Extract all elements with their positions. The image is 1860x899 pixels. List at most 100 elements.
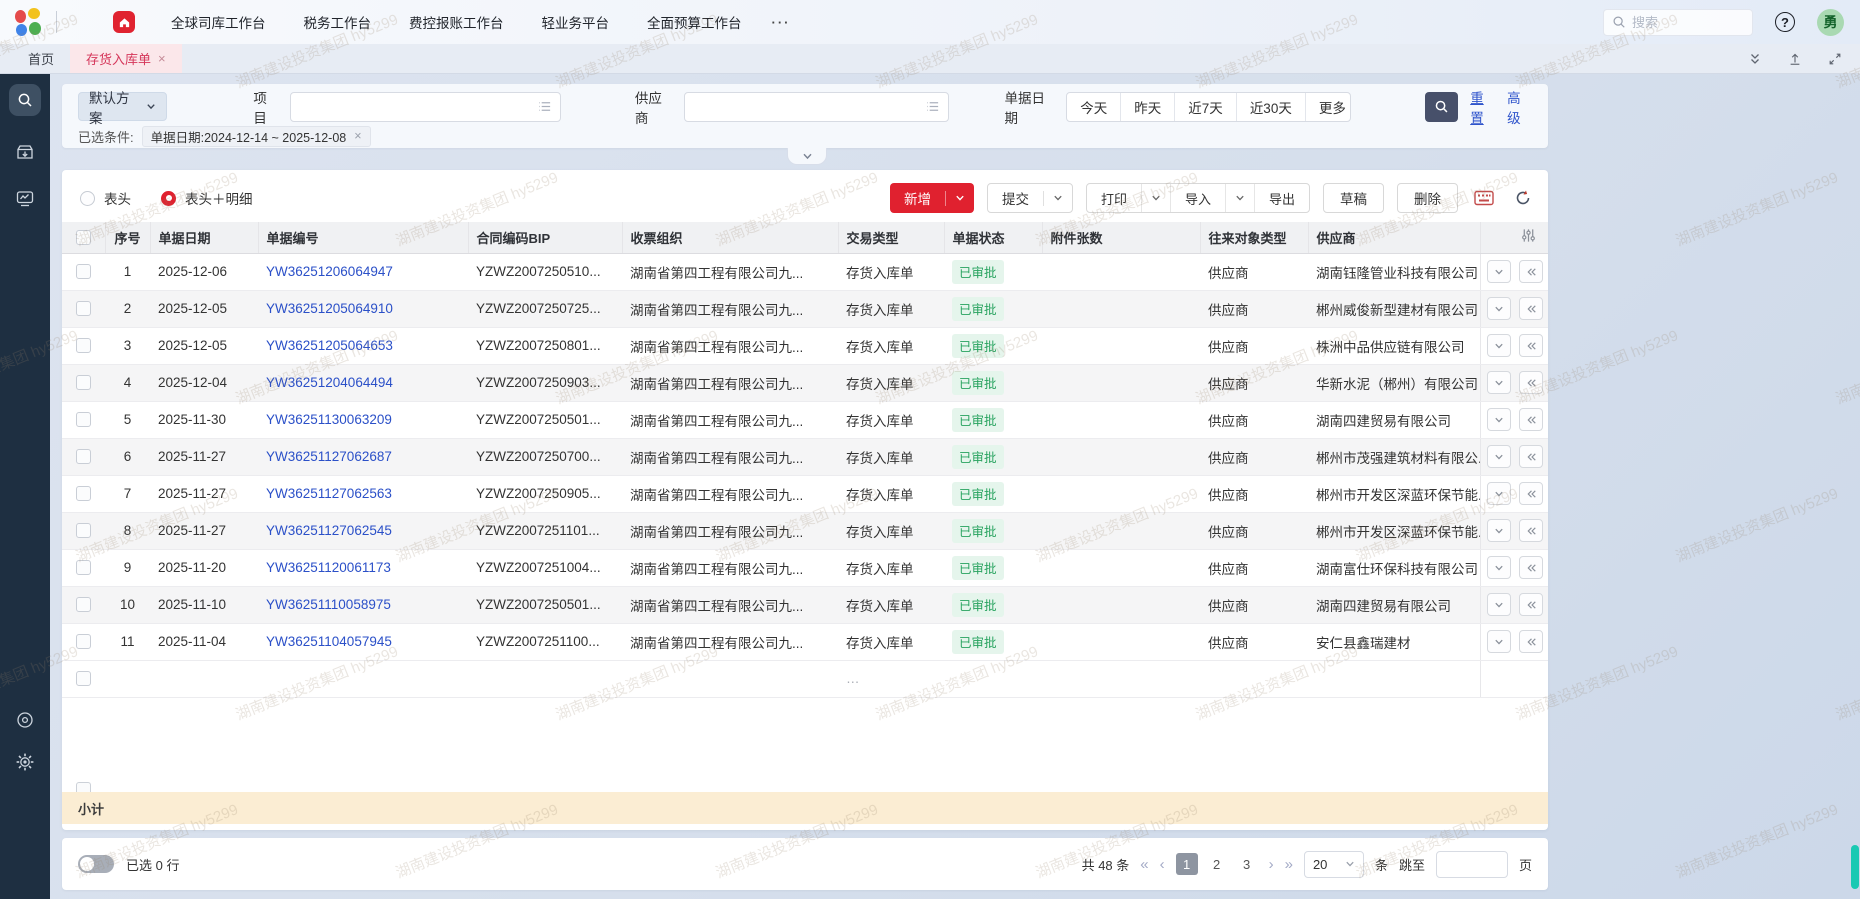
table-row[interactable]: 10 2025-11-10 YW36251110058975 YZWZ20072…	[62, 586, 1548, 623]
tab-inventory-inbound[interactable]: 存货入库单 ×	[70, 44, 182, 73]
import-button[interactable]: 导入	[1171, 184, 1225, 212]
row-collapse-left-icon[interactable]	[1519, 556, 1543, 579]
row-checkbox[interactable]	[76, 671, 91, 686]
scrollbar-thumb[interactable]	[1851, 845, 1859, 889]
table-row[interactable]: 1 2025-12-06 YW36251206064947 YZWZ200725…	[62, 253, 1548, 290]
doc-number-link[interactable]: YW36251206064947	[266, 264, 393, 279]
page-number[interactable]: 3	[1236, 853, 1258, 875]
search-input[interactable]	[1632, 15, 1732, 30]
row-expand-icon[interactable]	[1487, 408, 1511, 431]
row-checkbox[interactable]	[76, 523, 91, 538]
row-collapse-left-icon[interactable]	[1519, 334, 1543, 357]
row-expand-icon[interactable]	[1487, 482, 1511, 505]
row-collapse-left-icon[interactable]	[1519, 297, 1543, 320]
nav-more-button[interactable]: ···	[772, 15, 791, 30]
supplier-input[interactable]	[684, 92, 948, 122]
print-button[interactable]: 打印	[1087, 184, 1141, 212]
row-expand-icon[interactable]	[1487, 334, 1511, 357]
doc-number-link[interactable]: YW36251205064653	[266, 338, 393, 353]
date-more-button[interactable]: 更多	[1305, 93, 1351, 121]
scheme-select[interactable]: 默认方案	[78, 92, 167, 121]
row-collapse-left-icon[interactable]	[1519, 630, 1543, 653]
delete-button[interactable]: 删除	[1397, 183, 1458, 213]
row-expand-icon[interactable]	[1487, 630, 1511, 653]
row-checkbox[interactable]	[76, 412, 91, 427]
collapse-filter-button[interactable]	[787, 148, 827, 165]
page-number[interactable]: 2	[1206, 853, 1228, 875]
app-logo-icon[interactable]	[14, 8, 42, 36]
first-page-icon[interactable]: «	[1140, 856, 1148, 873]
sidebar-settings-gear-icon[interactable]	[15, 752, 35, 772]
date-quick-button[interactable]: 近30天	[1236, 93, 1305, 121]
row-expand-icon[interactable]	[1487, 297, 1511, 320]
row-checkbox[interactable]	[76, 634, 91, 649]
doc-number-link[interactable]: YW36251120061173	[266, 560, 391, 575]
row-collapse-left-icon[interactable]	[1519, 408, 1543, 431]
row-expand-icon[interactable]	[1487, 519, 1511, 542]
row-collapse-left-icon[interactable]	[1519, 593, 1543, 616]
sidebar-monitor-chart-icon[interactable]	[15, 188, 35, 208]
jump-page-input[interactable]	[1436, 851, 1508, 878]
row-collapse-left-icon[interactable]	[1519, 371, 1543, 394]
sidebar-search-icon[interactable]	[9, 84, 41, 116]
upload-icon[interactable]	[1788, 52, 1802, 66]
selection-toggle[interactable]	[78, 855, 114, 873]
remove-condition-icon[interactable]: ×	[354, 129, 361, 143]
sidebar-import-box-icon[interactable]	[15, 142, 35, 162]
draft-button[interactable]: 草稿	[1323, 183, 1384, 213]
row-collapse-left-icon[interactable]	[1519, 445, 1543, 468]
row-expand-icon[interactable]	[1487, 445, 1511, 468]
row-checkbox[interactable]	[76, 338, 91, 353]
add-button[interactable]: 新增	[890, 183, 974, 213]
table-row[interactable]: 2 2025-12-05 YW36251205064910 YZWZ200725…	[62, 290, 1548, 327]
select-all-checkbox[interactable]	[76, 230, 91, 245]
row-expand-icon[interactable]	[1487, 371, 1511, 394]
row-checkbox[interactable]	[76, 449, 91, 464]
table-row[interactable]: 8 2025-11-27 YW36251127062545 YZWZ200725…	[62, 512, 1548, 549]
submit-button[interactable]: 提交	[987, 183, 1073, 213]
date-quick-button[interactable]: 昨天	[1120, 93, 1174, 121]
nav-item[interactable]: 税务工作台	[304, 12, 372, 32]
row-collapse-left-icon[interactable]	[1519, 260, 1543, 283]
nav-item[interactable]: 全球司库工作台	[171, 12, 266, 32]
row-checkbox[interactable]	[76, 264, 91, 279]
row-checkbox[interactable]	[76, 597, 91, 612]
home-icon[interactable]	[113, 11, 135, 33]
submit-label[interactable]: 提交	[988, 184, 1043, 212]
doc-number-link[interactable]: YW36251127062687	[266, 449, 392, 464]
table-row[interactable]: 11 2025-11-04 YW36251104057945 YZWZ20072…	[62, 623, 1548, 660]
row-checkbox[interactable]	[76, 375, 91, 390]
reset-link[interactable]: 重置	[1470, 87, 1495, 127]
project-input[interactable]	[290, 92, 561, 122]
add-label[interactable]: 新增	[890, 183, 945, 213]
prev-page-icon[interactable]: ‹	[1160, 856, 1165, 873]
nav-item[interactable]: 全面预算工作台	[647, 12, 742, 32]
radio-header-detail[interactable]: 表头＋明细	[161, 188, 253, 208]
doc-number-link[interactable]: YW36251110058975	[266, 597, 391, 612]
date-quick-button[interactable]: 今天	[1067, 93, 1120, 121]
doc-number-link[interactable]: YW36251127062545	[266, 523, 392, 538]
column-settings-icon[interactable]	[1521, 228, 1536, 243]
row-expand-icon[interactable]	[1487, 260, 1511, 283]
doc-number-link[interactable]: YW36251130063209	[266, 412, 392, 427]
table-row[interactable]: 5 2025-11-30 YW36251130063209 YZWZ200725…	[62, 401, 1548, 438]
last-page-icon[interactable]: »	[1285, 856, 1293, 873]
row-checkbox[interactable]	[76, 560, 91, 575]
row-checkbox[interactable]	[76, 486, 91, 501]
submit-dropdown-icon[interactable]	[1043, 191, 1072, 206]
global-search[interactable]	[1603, 9, 1753, 36]
doc-number-link[interactable]: YW36251104057945	[266, 634, 392, 649]
nav-item[interactable]: 费控报账工作台	[409, 12, 504, 32]
row-collapse-left-icon[interactable]	[1519, 482, 1543, 505]
help-icon[interactable]: ?	[1775, 12, 1795, 32]
radio-header[interactable]: 表头	[80, 188, 131, 208]
keyboard-shortcuts-icon[interactable]	[1471, 185, 1497, 211]
table-row[interactable]: 6 2025-11-27 YW36251127062687 YZWZ200725…	[62, 438, 1548, 475]
export-button[interactable]: 导出	[1255, 184, 1309, 212]
close-icon[interactable]: ×	[158, 51, 166, 66]
tab-home[interactable]: 首页	[12, 44, 70, 73]
doc-number-link[interactable]: YW36251127062563	[266, 486, 392, 501]
query-button[interactable]	[1425, 92, 1458, 122]
row-expand-icon[interactable]	[1487, 556, 1511, 579]
advanced-link[interactable]: 高级	[1507, 87, 1532, 127]
